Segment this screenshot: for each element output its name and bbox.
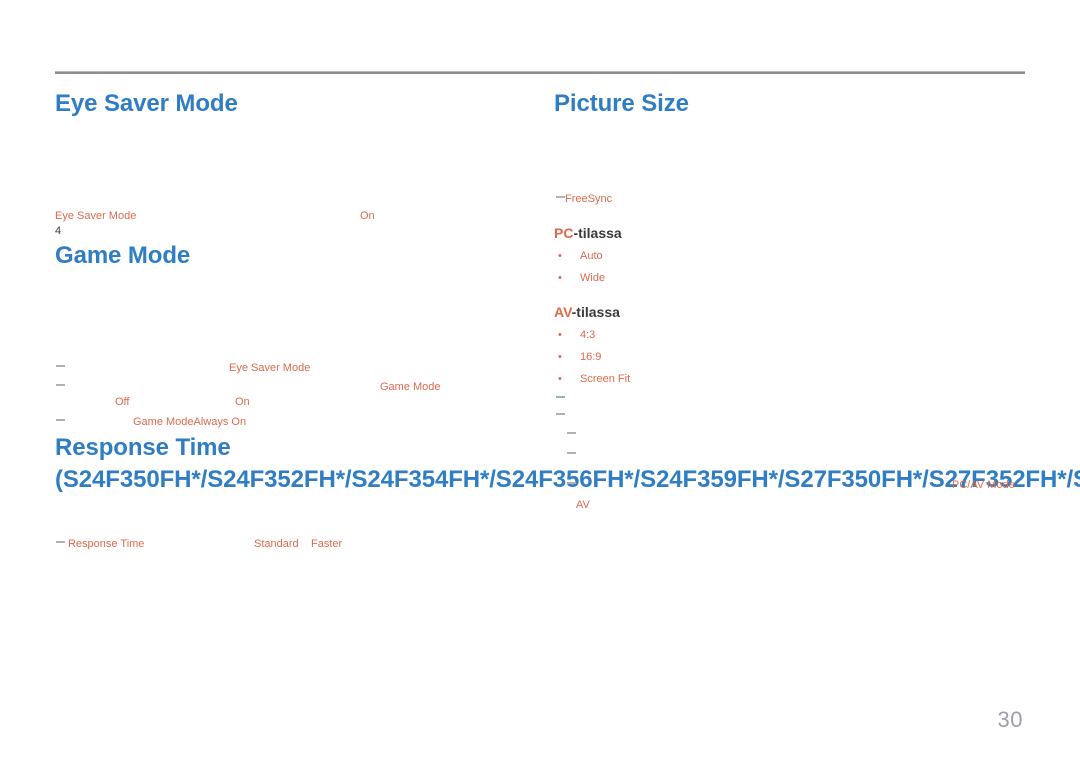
list-item: Auto [554,245,605,267]
game-mode-note-3: Game ModeAlways On [133,416,247,428]
subheading-pc-mode: PC-tilassa [554,223,622,243]
note-dash-icon [567,482,576,484]
freesync-note-text: FreeSync [565,193,613,205]
pc-av-mode-note-label: PC/AV Mode [952,479,1015,491]
subheading-pc-suffix: -tilassa [573,225,622,241]
av-mode-option-list: 4:3 16:9 Screen Fit [554,324,630,390]
subheading-av-prefix: AV [554,304,572,320]
pc-option-wide: Wide [580,272,606,284]
note-dash-icon [567,432,576,434]
pc-mode-option-list: Auto Wide [554,245,605,289]
eye-saver-row-value: On [360,210,375,222]
subheading-av-suffix: -tilassa [571,304,620,320]
list-item: Screen Fit [554,368,630,390]
game-mode-option-off: Off [115,396,130,408]
left-column: Eye Saver Mode Eye Saver Mode On 4 Game … [55,88,1080,556]
list-item: Wide [554,267,605,289]
note-dash-icon [556,413,565,415]
pc-av-mode-note-value: AV [576,499,590,511]
response-time-body: Response Time Standard Faster [55,496,525,556]
game-mode-body: Eye Saver Mode Game Mode Off On Game Mod… [55,272,525,432]
note-dash-icon [56,419,65,421]
picture-size-body: FreeSync PC-tilassa Auto Wide AV-tilassa… [554,120,1025,520]
right-column: Picture Size FreeSync PC-tilassa Auto Wi… [554,88,1025,520]
pc-option-auto: Auto [580,250,603,262]
av-option-4-3: 4:3 [580,329,596,341]
response-time-value-standard: Standard [254,538,299,550]
page-number: 30 [997,707,1023,732]
list-item: 16:9 [554,346,630,368]
note-dash-icon [56,384,65,386]
eye-saver-body: Eye Saver Mode On 4 [55,120,525,240]
response-time-note-label: Response Time [68,538,145,550]
heading-picture-size: Picture Size [554,90,689,117]
heading-game-mode: Game Mode [55,242,191,269]
document-page: Eye Saver Mode Eye Saver Mode On 4 Game … [0,0,1080,763]
header-rule [55,71,1025,74]
heading-response-time: Response Time (S24F350FH*/S24F352FH*/S24… [55,432,1080,496]
list-item: 4:3 [554,324,630,346]
note-dash-teal-icon [556,396,565,398]
game-mode-note-2: Game Mode [380,381,441,393]
game-mode-option-on: On [235,396,250,408]
av-option-16-9: 16:9 [580,351,602,363]
subheading-pc-prefix: PC [554,225,574,241]
note-dash-icon [56,541,65,543]
av-option-screen-fit: Screen Fit [580,373,631,385]
note-dash-icon [556,196,565,198]
eye-saver-row-footnote: 4 [55,225,62,237]
note-dash-icon [56,365,65,367]
heading-eye-saver-mode: Eye Saver Mode [55,90,238,117]
eye-saver-row-label: Eye Saver Mode [55,210,137,222]
game-mode-note-1: Eye Saver Mode [229,362,311,374]
subheading-av-mode: AV-tilassa [554,302,620,322]
response-time-value-faster: Faster [311,538,343,550]
note-dash-icon [567,452,576,454]
